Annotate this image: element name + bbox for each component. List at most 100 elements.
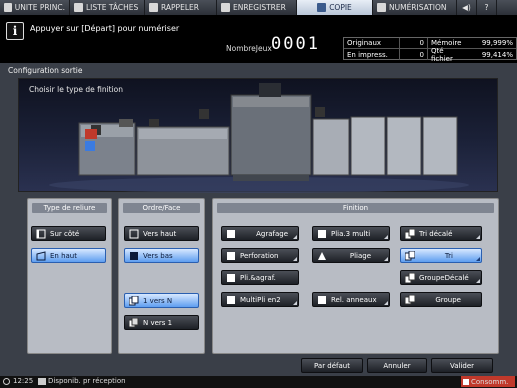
options-corner-icon [476, 257, 480, 261]
finish-offset-sort-button[interactable]: Tri décalé [400, 226, 482, 241]
finish-ring-binding-label: Rel. anneaux [331, 295, 377, 304]
finish-sort-button[interactable]: Tri [400, 248, 482, 263]
order-n-to-1-button[interactable]: N vers 1 [124, 315, 199, 330]
volume-button[interactable]: ◀) [457, 0, 477, 15]
tab-label: LISTE TÂCHES [86, 3, 139, 12]
finish-punch-label: Perforation [240, 251, 279, 260]
finish-tri-fold-label: Plia.3 multi [331, 229, 371, 238]
multi-fold-icon [226, 295, 236, 305]
punch-icon [226, 251, 236, 261]
save-icon [221, 3, 230, 12]
recall-icon [149, 3, 158, 12]
info-icon: i [6, 22, 24, 40]
finish-group-offset-label: GroupeDécalé [419, 273, 469, 282]
list-icon [74, 3, 83, 12]
memory-value: 99,999% [481, 39, 513, 47]
order-n-to-1-label: N vers 1 [143, 318, 173, 327]
order-1-to-n-label: 1 vers N [143, 296, 173, 305]
finish-fold-button[interactable]: Pliage [312, 248, 390, 263]
ok-button[interactable]: Valider [431, 358, 493, 373]
consumables-badge[interactable]: Consomm. [461, 376, 515, 387]
consumables-label: Consomm. [471, 377, 509, 386]
binding-side-button[interactable]: Sur côté [31, 226, 106, 241]
side-binding-icon [36, 229, 46, 239]
finish-fold-staple-button[interactable]: Pli.&agraf. [221, 270, 299, 285]
face-down-icon [129, 251, 139, 261]
order-section: Ordre/Face [118, 198, 205, 354]
order-face-up-button[interactable]: Vers haut [124, 226, 199, 241]
options-corner-icon [476, 235, 480, 239]
finish-ring-binding-button[interactable]: Rel. anneaux [312, 292, 390, 307]
file-qty-value: 99,414% [481, 50, 513, 59]
tab-rappeler[interactable]: RAPPELER [145, 0, 217, 15]
receive-status: Disponib. pr réception [48, 377, 126, 385]
file-qty-label: Qté fichier [431, 46, 453, 63]
forward-order-icon [128, 295, 139, 306]
finish-multi-fold-label: MultiPli en2 [240, 295, 281, 304]
finish-group-button[interactable]: Groupe [400, 292, 482, 307]
reverse-order-icon [128, 317, 139, 328]
order-face-up-label: Vers haut [143, 229, 177, 238]
warning-icon [463, 378, 469, 385]
tab-unite-princ[interactable]: UNITE PRINC. [0, 0, 70, 15]
printing-value: 0 [400, 49, 428, 60]
cancel-button[interactable]: Annuler [367, 358, 427, 373]
binding-top-label: En haut [50, 251, 77, 260]
clock-time: 12:25 [13, 377, 34, 385]
options-corner-icon [384, 257, 388, 261]
order-title: Ordre/Face [123, 203, 200, 213]
tab-label: ENREGISTRER [233, 3, 286, 12]
tab-label: NUMÉRISATION [389, 3, 447, 12]
home-icon [4, 3, 12, 12]
ring-binding-icon [317, 295, 327, 305]
order-face-down-label: Vers bas [143, 251, 173, 260]
copies-count-label: NombreJeux [226, 44, 272, 53]
top-tab-bar: UNITE PRINC. LISTE TÂCHES RAPPELER ENREG… [0, 0, 517, 15]
finish-staple-label: Agrafage [256, 229, 288, 238]
help-button[interactable]: ? [477, 0, 497, 15]
finish-title: Finition [217, 203, 494, 213]
finish-fold-label: Pliage [349, 251, 371, 260]
finish-fold-staple-label: Pli.&agraf. [240, 273, 276, 282]
originals-label: Originaux [344, 38, 400, 48]
tab-liste-taches[interactable]: LISTE TÂCHES [70, 0, 145, 15]
finish-offset-sort-label: Tri décalé [419, 229, 453, 238]
clock-icon [3, 378, 10, 385]
binding-section: Type de reliure [27, 198, 112, 354]
tab-label: RAPPELER [161, 3, 199, 12]
tab-copie[interactable]: COPIE [297, 0, 373, 15]
finish-sort-label: Tri [444, 251, 453, 260]
offset-sort-icon [404, 228, 416, 239]
help-icon: ? [484, 3, 489, 12]
machine-preview: Choisir le type de finition [18, 78, 498, 193]
printer-illustration [49, 83, 469, 193]
volume-icon: ◀) [462, 3, 471, 12]
copy-icon [317, 3, 327, 12]
order-face-down-button[interactable]: Vers bas [124, 248, 199, 263]
options-corner-icon [293, 257, 297, 261]
face-up-icon [129, 229, 139, 239]
finish-staple-button[interactable]: Agrafage [221, 226, 299, 241]
footer-bar: 12:25 Disponib. pr réception Consomm. [0, 376, 517, 388]
finish-multi-fold-button[interactable]: MultiPli en2 [221, 292, 299, 307]
binding-title: Type de reliure [32, 203, 107, 213]
default-button[interactable]: Par défaut [301, 358, 363, 373]
binding-top-button[interactable]: En haut [31, 248, 106, 263]
order-1-to-n-button[interactable]: 1 vers N [124, 293, 199, 308]
finish-group-offset-button[interactable]: GroupeDécalé [400, 270, 482, 285]
copies-count-value: 0001 [271, 34, 320, 54]
sort-icon [404, 250, 416, 261]
finish-punch-button[interactable]: Perforation [221, 248, 299, 263]
screen: UNITE PRINC. LISTE TÂCHES RAPPELER ENREG… [0, 0, 517, 388]
tab-enregistrer[interactable]: ENREGISTRER [217, 0, 297, 15]
options-corner-icon [293, 301, 297, 305]
printing-label: En impress. [344, 49, 400, 60]
status-message: Appuyer sur [Départ] pour numériser [30, 24, 180, 33]
finish-tri-fold-button[interactable]: Plia.3 multi [312, 226, 390, 241]
receive-icon [38, 378, 46, 385]
status-grid: Originaux 0 Mémoire 99,999% En impress. … [343, 37, 517, 63]
binding-side-label: Sur côté [50, 229, 80, 238]
options-corner-icon [293, 235, 297, 239]
fold-icon [317, 251, 327, 261]
tab-numerisation[interactable]: NUMÉRISATION [373, 0, 457, 15]
